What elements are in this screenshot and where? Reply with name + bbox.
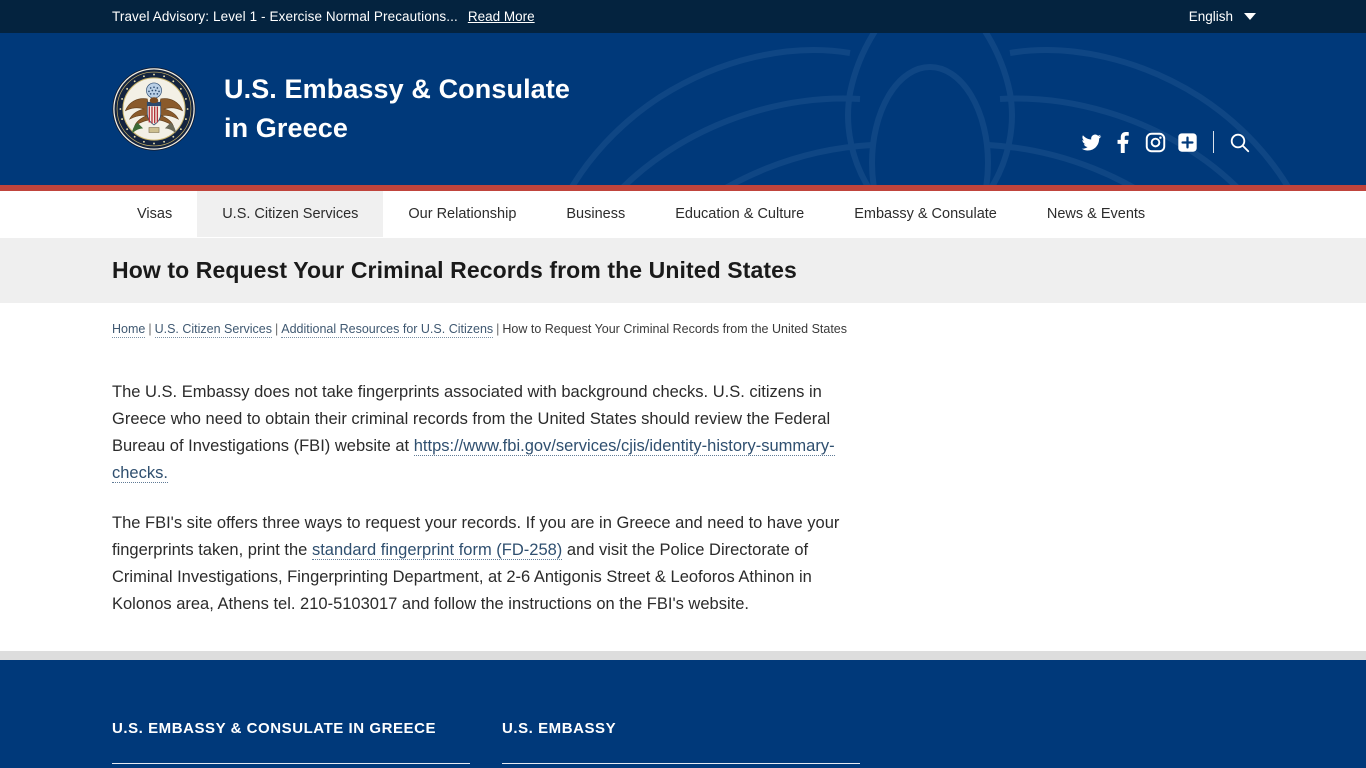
advisory-read-more-link[interactable]: Read More — [468, 9, 535, 24]
search-icon[interactable] — [1229, 132, 1250, 153]
nav-item-education-culture[interactable]: Education & Culture — [650, 191, 829, 237]
footer-heading: U.S. EMBASSY & CONSULATE IN GREECE — [112, 719, 437, 737]
paragraph-1: The U.S. Embassy does not take fingerpri… — [112, 379, 872, 488]
site-title: U.S. Embassy & Consulate in Greece — [224, 70, 570, 148]
breadcrumb-item-additional-resources[interactable]: Additional Resources for U.S. Citizens — [281, 322, 494, 338]
instagram-icon[interactable] — [1145, 132, 1166, 153]
language-selector[interactable]: English — [1189, 0, 1256, 33]
breadcrumb-separator: | — [148, 322, 152, 336]
travel-advisory-bar: Travel Advisory: Level 1 - Exercise Norm… — [0, 0, 1366, 33]
footer-divider — [0, 650, 1366, 660]
site-title-line2: in Greece — [224, 113, 348, 143]
breadcrumb-separator: | — [275, 322, 279, 336]
site-footer: U.S. EMBASSY & CONSULATE IN GREECE U.S. … — [0, 659, 1366, 768]
social-links — [1081, 131, 1250, 153]
social-divider — [1213, 131, 1214, 153]
primary-navigation: Visas U.S. Citizen Services Our Relation… — [0, 191, 1366, 238]
footer-heading-rule — [502, 762, 860, 764]
nav-item-business[interactable]: Business — [541, 191, 650, 237]
paragraph-2: The FBI's site offers three ways to requ… — [112, 510, 872, 619]
nav-item-visas[interactable]: Visas — [112, 191, 197, 237]
breadcrumb-item-current: How to Request Your Criminal Records fro… — [502, 322, 848, 336]
article-body: The U.S. Embassy does not take fingerpri… — [112, 379, 872, 619]
footer-heading: U.S. EMBASSY — [502, 719, 617, 737]
department-of-state-seal — [112, 67, 196, 151]
page-title-band: How to Request Your Criminal Records fro… — [0, 238, 1366, 303]
site-title-line1: U.S. Embassy & Consulate — [224, 74, 571, 105]
standard-fingerprint-form-link[interactable]: standard fingerprint form (FD-258) — [311, 540, 563, 560]
nav-item-news-events[interactable]: News & Events — [1022, 191, 1170, 237]
footer-heading-rule — [112, 762, 470, 764]
language-selector-label: English — [1188, 9, 1233, 24]
breadcrumb-item-us-citizen-services[interactable]: U.S. Citizen Services — [154, 322, 272, 338]
share-plus-icon[interactable] — [1177, 132, 1198, 153]
nav-item-our-relationship[interactable]: Our Relationship — [383, 191, 541, 237]
breadcrumb-item-home[interactable]: Home — [112, 322, 146, 338]
breadcrumb: Home | U.S. Citizen Services | Additional Re… — [112, 320, 1366, 339]
nav-item-us-citizen-services[interactable]: U.S. Citizen Services — [197, 191, 384, 237]
advisory-text: Travel Advisory: Level 1 - Exercise Norm… — [112, 9, 458, 24]
page-title: How to Request Your Criminal Records fro… — [112, 257, 797, 283]
main-content: Home | U.S. Citizen Services | Additional Re… — [0, 303, 1366, 619]
footer-column-embassy-consulate-greece: U.S. EMBASSY & CONSULATE IN GREECE — [112, 720, 470, 768]
facebook-icon[interactable] — [1113, 131, 1134, 153]
nav-item-embassy-consulate[interactable]: Embassy & Consulate — [829, 191, 1022, 237]
twitter-icon[interactable] — [1081, 132, 1102, 153]
masthead: U.S. Embassy & Consulate in Greece — [0, 33, 1366, 185]
chevron-down-icon — [1244, 13, 1256, 20]
footer-spacer — [0, 640, 1366, 651]
footer-column-us-embassy: U.S. EMBASSY — [502, 720, 860, 768]
